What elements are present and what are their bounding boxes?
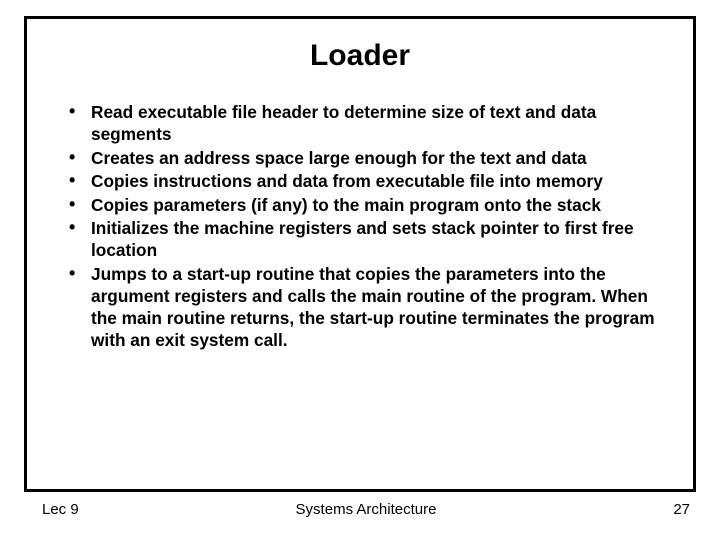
list-item: Read executable file header to determine… — [67, 101, 665, 145]
list-item: Copies instructions and data from execut… — [67, 170, 665, 192]
footer-right: 27 — [673, 501, 690, 518]
bullet-list: Read executable file header to determine… — [55, 101, 665, 351]
slide-title: Loader — [55, 39, 665, 73]
footer-center: Systems Architecture — [296, 501, 437, 518]
slide: Loader Read executable file header to de… — [0, 0, 720, 540]
footer-left: Lec 9 — [42, 501, 79, 518]
list-item: Initializes the machine registers and se… — [67, 217, 665, 261]
slide-footer: Lec 9 Systems Architecture 27 — [42, 501, 690, 518]
list-item: Jumps to a start-up routine that copies … — [67, 263, 665, 351]
list-item: Copies parameters (if any) to the main p… — [67, 194, 665, 216]
slide-frame: Loader Read executable file header to de… — [24, 16, 696, 492]
list-item: Creates an address space large enough fo… — [67, 147, 665, 169]
